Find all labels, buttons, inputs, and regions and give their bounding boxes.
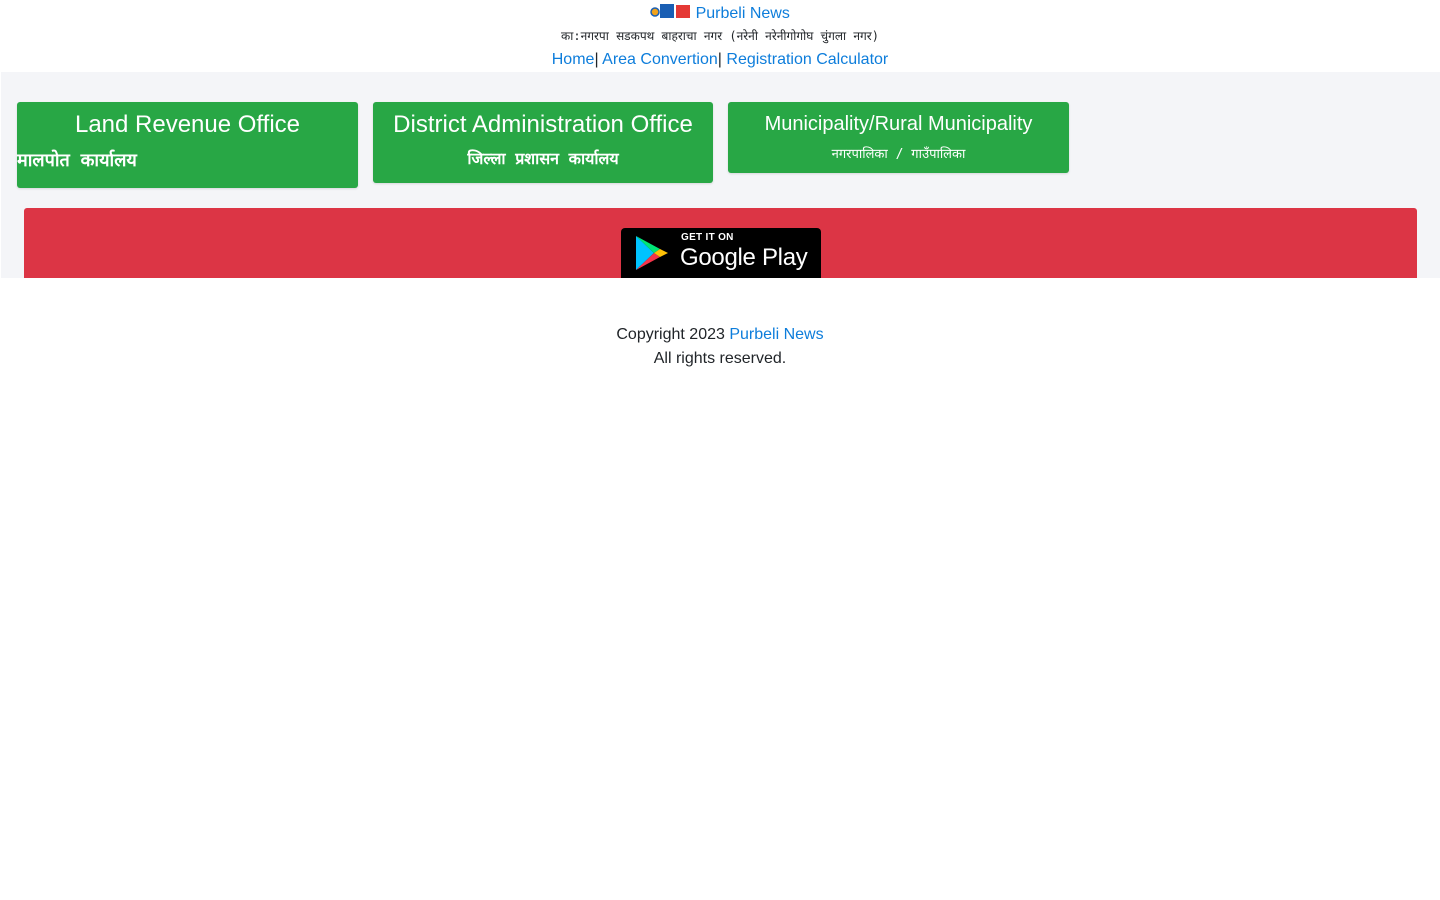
nav-home-link[interactable]: Home — [552, 51, 595, 68]
app-download-banner: GET IT ON Google Play — [24, 208, 1417, 278]
main-content: Land Revenue Office मालपोत कार्यालय Dist… — [1, 72, 1440, 278]
district-administration-office-card[interactable]: District Administration Office जिल्ला प्… — [373, 102, 713, 183]
google-play-icon — [636, 236, 668, 270]
land-revenue-office-card[interactable]: Land Revenue Office मालपोत कार्यालय — [17, 102, 358, 188]
footer-brand-link[interactable]: Purbeli News — [729, 326, 823, 343]
copyright-line: Copyright 2023 Purbeli News — [0, 323, 1440, 347]
card-title: District Administration Office — [393, 111, 693, 138]
nav-registration-calculator-link[interactable]: Registration Calculator — [726, 51, 888, 68]
brand-name-link[interactable]: Purbeli News — [696, 5, 790, 22]
card-title: Municipality/Rural Municipality — [764, 113, 1033, 135]
card-title: Land Revenue Office — [74, 111, 301, 138]
municipality-card[interactable]: Municipality/Rural Municipality नगरपालिक… — [728, 102, 1069, 173]
card-subtitle: जिल्ला प्रशासन कार्यालय — [467, 149, 619, 168]
nav-separator: | — [594, 51, 599, 68]
nav-area-convertion-link[interactable]: Area Convertion — [602, 51, 718, 68]
copyright-text: Copyright 2023 — [616, 326, 725, 343]
play-badge-small-text: GET IT ON — [681, 232, 734, 243]
main-nav: Home| Area Convertion| Registration Calc… — [0, 48, 1440, 72]
card-subtitle: मालपोत कार्यालय — [17, 150, 137, 171]
brand-line: Purbeli News — [0, 0, 1440, 24]
purbeli-news-logo — [650, 4, 691, 18]
rights-text: All rights reserved. — [653, 350, 787, 367]
site-header: Purbeli News का:नगरपा सडकपथ बाहराचा नगर … — [0, 0, 1440, 72]
play-badge-big-text: Google Play — [680, 244, 808, 271]
site-footer: Copyright 2023 Purbeli News All rights r… — [0, 278, 1440, 371]
nav-separator: | — [717, 51, 722, 68]
address-text: का:नगरपा सडकपथ बाहराचा नगर (नरेनी नरेनीग… — [561, 29, 879, 43]
brand-logo-link[interactable] — [650, 4, 695, 22]
google-play-badge[interactable]: GET IT ON Google Play — [621, 228, 821, 278]
card-subtitle: नगरपालिका / गाउँपालिका — [831, 147, 966, 162]
